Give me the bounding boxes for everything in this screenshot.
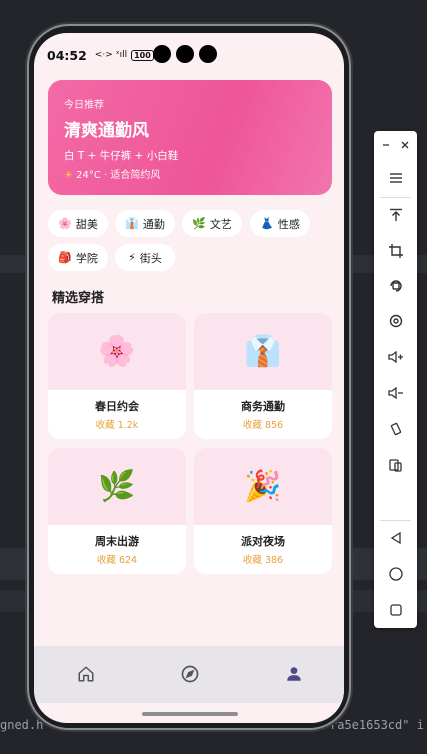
card-favorites: 收藏 624 — [96, 555, 138, 566]
card-favorites: 收藏 1.2k — [95, 420, 139, 431]
hero-title: 清爽通勤风 — [64, 121, 149, 141]
card-name: 春日约会 — [95, 400, 139, 413]
outfit-card[interactable]: 🌸 春日约会 收藏 1.2k — [48, 313, 186, 439]
profile-icon — [287, 667, 301, 681]
pin-top-icon[interactable] — [374, 201, 417, 229]
chip-label: 性感 — [277, 217, 300, 231]
chip-commute[interactable]: 👔 通勤 — [115, 210, 175, 237]
sun-icon: ☀ — [64, 170, 73, 181]
lightning-icon: ⚡ — [128, 251, 136, 264]
party-popper-icon: 🎉 — [194, 448, 332, 525]
chip-label: 文艺 — [209, 217, 232, 231]
card-name: 商务通勤 — [241, 400, 285, 413]
dress-icon: 👗 — [260, 217, 274, 230]
card-favorites: 收藏 386 — [242, 555, 284, 566]
hero-outfit: 白 T + 牛仔裤 + 小白鞋 — [64, 150, 179, 162]
card-name: 派对夜场 — [241, 535, 285, 548]
chip-artsy[interactable]: 🌿 文艺 — [182, 210, 242, 237]
cherry-blossom-icon: 🌸 — [48, 313, 186, 390]
home-circle-icon[interactable] — [374, 560, 417, 588]
phone-screen: 04:52 <·> ˣıll 100 今日推荐 清爽通勤风 白 T + 牛仔裤 … — [34, 33, 344, 723]
outfit-card[interactable]: 🎉 派对夜场 收藏 386 — [194, 448, 332, 574]
emulator-toolbar — [374, 131, 417, 628]
tab-profile[interactable] — [280, 660, 308, 688]
toolbar-divider — [380, 520, 411, 521]
today-recommendation-card[interactable]: 今日推荐 清爽通勤风 白 T + 牛仔裤 + 小白鞋 ☀ 24°C · 适合简约… — [48, 80, 332, 195]
herb-icon: 🌿 — [48, 448, 186, 525]
weather-text: 24°C · 适合简约风 — [76, 170, 161, 181]
outfit-card[interactable]: 👔 商务通勤 收藏 856 — [194, 313, 332, 439]
hero-kicker: 今日推荐 — [64, 100, 104, 111]
overview-icon[interactable] — [374, 596, 417, 624]
chip-label: 学院 — [75, 251, 98, 265]
chip-label: 街头 — [139, 251, 162, 265]
chip-preppy[interactable]: 🎒 学院 — [48, 244, 108, 271]
backpack-icon: 🎒 — [58, 251, 72, 264]
leaf-icon: 🌿 — [192, 217, 206, 230]
home-icon — [78, 666, 94, 682]
shirt-tie-icon: 👔 — [194, 313, 332, 390]
card-favorites: 收藏 856 — [242, 420, 284, 431]
chip-street[interactable]: ⚡ 街头 — [115, 244, 175, 271]
battery-icon: 100 — [131, 49, 154, 61]
chip-sweet[interactable]: 🌸 甜美 — [48, 210, 108, 237]
back-icon[interactable] — [374, 524, 417, 552]
code-fragment-right: ra5e1653cd" i — [330, 718, 424, 732]
crop-icon[interactable] — [374, 237, 417, 265]
toolbar-divider — [380, 197, 411, 198]
volume-up-icon[interactable] — [374, 343, 417, 371]
chip-label: 通勤 — [142, 217, 165, 231]
multi-device-icon[interactable] — [374, 451, 417, 479]
card-name: 周末出游 — [95, 535, 139, 548]
status-icons: <·> ˣıll 100 — [94, 49, 154, 61]
section-title: 精选穿搭 — [52, 291, 105, 306]
volume-down-icon[interactable] — [374, 379, 417, 407]
tab-home[interactable] — [72, 660, 100, 688]
close-icon[interactable] — [395, 131, 415, 159]
home-indicator[interactable] — [142, 712, 238, 716]
tab-discover[interactable] — [176, 660, 204, 688]
signal-icon: <·> ˣıll — [94, 50, 128, 60]
rotate-icon[interactable] — [374, 272, 417, 300]
chip-label: 甜美 — [75, 217, 98, 231]
camera-cutout — [153, 45, 217, 63]
shirt-icon: 👔 — [125, 217, 139, 230]
hero-weather: ☀ 24°C · 适合简约风 — [64, 166, 160, 181]
code-fragment-left: gned.h — [0, 718, 44, 732]
screenshot-icon[interactable] — [374, 307, 417, 335]
flower-icon: 🌸 — [58, 217, 72, 230]
minimize-icon[interactable] — [376, 131, 396, 159]
outfit-card[interactable]: 🌿 周末出游 收藏 624 — [48, 448, 186, 574]
chip-sexy[interactable]: 👗 性感 — [250, 210, 310, 237]
bottom-tab-bar — [34, 646, 344, 703]
status-time: 04:52 — [47, 47, 87, 63]
shake-icon[interactable] — [374, 415, 417, 443]
compass-icon — [181, 665, 199, 683]
menu-icon[interactable] — [374, 164, 417, 192]
